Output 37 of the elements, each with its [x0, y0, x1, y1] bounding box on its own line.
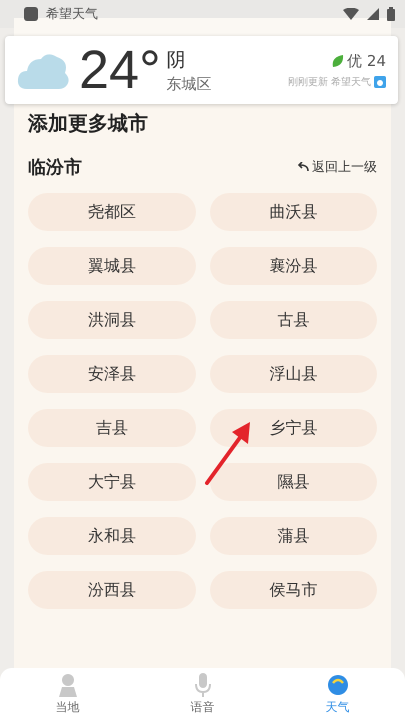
nav-tab[interactable]: 当地 — [0, 668, 135, 720]
person-pin-icon — [56, 672, 78, 696]
district-button[interactable]: 襄汾县 — [210, 247, 377, 285]
weather-icon — [326, 672, 350, 696]
app-logo-icon — [374, 76, 386, 88]
battery-icon — [387, 7, 395, 21]
district-button[interactable]: 汾西县 — [28, 571, 196, 609]
city-name: 临汾市 — [28, 156, 82, 179]
district-button[interactable]: 洪洞县 — [28, 301, 196, 339]
leaf-icon — [332, 54, 344, 68]
weather-condition: 阴 — [166, 48, 187, 72]
update-note: 刚刚更新 希望天气 — [288, 76, 371, 88]
district-button[interactable]: 乡宁县 — [210, 409, 377, 447]
district-button[interactable]: 翼城县 — [28, 247, 196, 285]
app-name: 希望天气 — [46, 6, 99, 23]
temperature: 24° — [79, 43, 161, 97]
section-title: 添加更多城市 — [28, 110, 149, 137]
district-button[interactable]: 安泽县 — [28, 355, 196, 393]
district-button[interactable]: 蒲县 — [210, 517, 377, 555]
air-quality: 优 24 — [347, 52, 386, 70]
district-button[interactable]: 大宁县 — [28, 463, 196, 501]
district-button[interactable]: 侯马市 — [210, 571, 377, 609]
district-name: 东城区 — [166, 74, 212, 94]
back-link[interactable]: 返回上一级 — [297, 158, 377, 176]
nav-tab[interactable]: 语音 — [135, 668, 270, 720]
return-icon — [297, 162, 309, 172]
signal-icon — [367, 8, 379, 20]
district-button[interactable]: 永和县 — [28, 517, 196, 555]
microphone-icon — [194, 672, 212, 696]
district-button[interactable]: 尧都区 — [28, 193, 196, 231]
wifi-icon — [343, 8, 359, 20]
district-button[interactable]: 曲沃县 — [210, 193, 377, 231]
district-button[interactable]: 隰县 — [210, 463, 377, 501]
district-button[interactable]: 浮山县 — [210, 355, 377, 393]
district-button[interactable]: 古县 — [210, 301, 377, 339]
app-icon — [24, 7, 38, 21]
district-button[interactable]: 吉县 — [28, 409, 196, 447]
